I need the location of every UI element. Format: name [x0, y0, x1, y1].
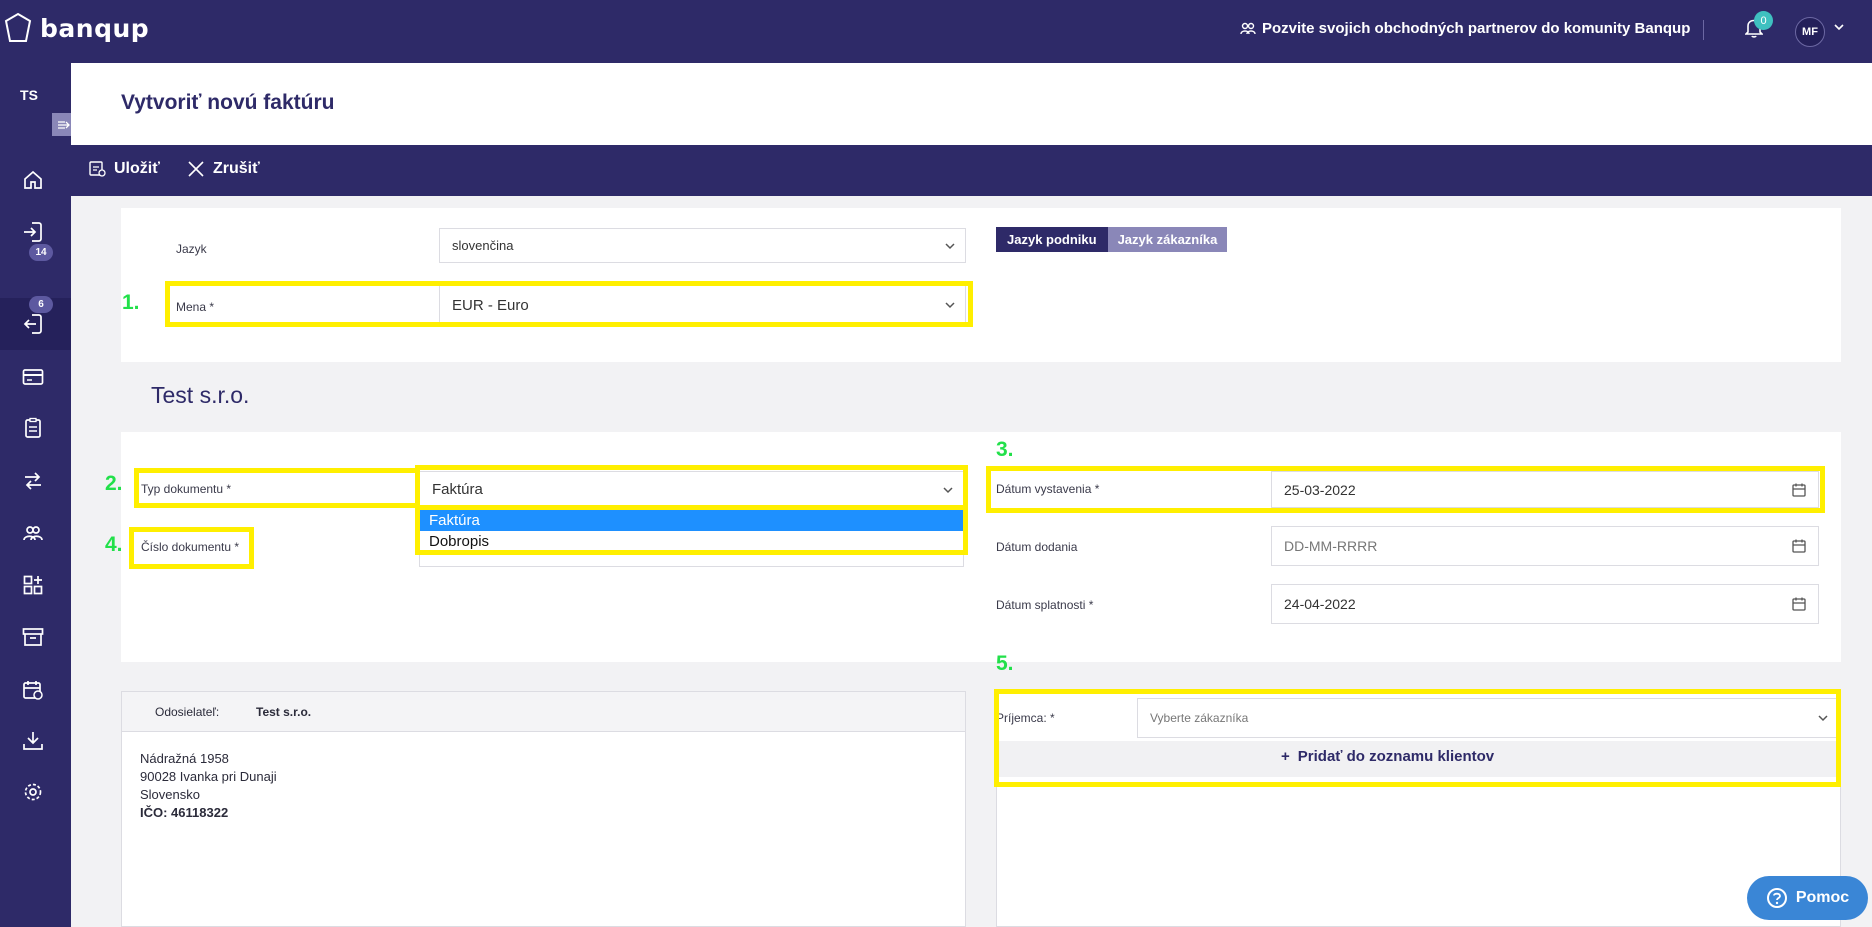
sidebar-item-transfer[interactable]: [0, 459, 71, 503]
contacts-icon: [22, 526, 43, 541]
due-date-input[interactable]: 24-04-2022: [1271, 584, 1819, 624]
annotation-4: 4.: [105, 533, 123, 556]
clipboard-icon: [24, 417, 41, 438]
people-icon: [1240, 22, 1256, 34]
sidebar-item-apps[interactable]: [0, 563, 71, 607]
home-icon: [23, 170, 42, 189]
invite-text: Pozvite svojich obchodných partnerov do …: [1262, 20, 1691, 37]
toggle-company-language[interactable]: Jazyk podniku: [996, 227, 1108, 252]
page-header: Vytvoriť novú faktúru: [71, 63, 1872, 145]
save-icon: [89, 161, 106, 177]
settings-icon: [24, 783, 41, 801]
chevron-down-icon[interactable]: [1834, 22, 1844, 32]
language-value: slovenčina: [452, 238, 514, 253]
highlight-issue-date: [986, 466, 1825, 513]
delivery-date-placeholder: DD-MM-RRRR: [1284, 538, 1378, 554]
sidebar-item-contacts[interactable]: [0, 511, 71, 555]
invite-partners-link[interactable]: Pozvite svojich obchodných partnerov do …: [1240, 20, 1690, 37]
outbox-badge: 6: [29, 296, 53, 313]
calendar-icon[interactable]: [1792, 539, 1806, 553]
sidebar: TS 14 6: [0, 63, 75, 927]
sender-ico: IČO: 46118322: [140, 805, 229, 820]
divider: [1703, 20, 1704, 40]
calendar-icon: [22, 681, 43, 700]
annotation-3: 3.: [996, 438, 1014, 461]
sidebar-item-settings[interactable]: [0, 770, 71, 814]
inbox-icon: [23, 222, 42, 242]
collapse-icon: [57, 120, 70, 129]
annotation-2: 2.: [105, 472, 123, 495]
toggle-customer-language[interactable]: Jazyk zákazníka: [1107, 227, 1228, 252]
help-label: Pomoc: [1795, 889, 1850, 906]
sender-name: Test s.r.o.: [256, 705, 312, 719]
sidebar-item-download[interactable]: [0, 719, 71, 763]
language-select[interactable]: slovenčina: [439, 228, 966, 263]
sender-street: Nádražná 1958: [140, 751, 229, 766]
language-label: Jazyk: [176, 242, 207, 256]
apps-icon: [23, 575, 42, 595]
sidebar-item-archive[interactable]: [0, 615, 71, 659]
sender-label: Odosielateľ:: [155, 705, 220, 719]
highlight-type-label: [134, 468, 420, 508]
company-initials[interactable]: TS: [0, 87, 58, 103]
card-icon: [22, 369, 43, 385]
logo-text: banqup: [40, 13, 150, 43]
highlight-recipient: [994, 689, 1841, 787]
logo-icon: [4, 12, 32, 42]
sender-card: Odosielateľ: Test s.r.o. Nádražná 1958 9…: [121, 691, 966, 927]
delivery-date-label: Dátum dodania: [996, 540, 1078, 554]
sender-address: Nádražná 1958 90028 Ivanka pri Dunaji Sl…: [140, 750, 277, 822]
notification-badge: 0: [1754, 11, 1773, 30]
help-icon: [1766, 888, 1787, 908]
delivery-date-input[interactable]: DD-MM-RRRR: [1271, 526, 1819, 566]
sidebar-item-clipboard[interactable]: [0, 406, 71, 450]
sidebar-item-home[interactable]: [0, 158, 71, 202]
company-name: Test s.r.o.: [151, 382, 250, 408]
save-label: Uložiť: [114, 160, 160, 177]
avatar[interactable]: MF: [1795, 17, 1825, 47]
highlight-currency: [165, 281, 973, 327]
top-bar: banqup Pozvite svojich obchodných partne…: [0, 0, 1872, 63]
action-bar: Uložiť Zrušiť: [71, 145, 1872, 196]
annotation-5: 5.: [996, 652, 1014, 675]
highlight-type-options: [415, 505, 968, 555]
due-date-label: Dátum splatnosti *: [996, 598, 1094, 612]
sender-city: 90028 Ivanka pri Dunaji: [140, 769, 277, 784]
chevron-down-icon: [945, 242, 955, 249]
cancel-button[interactable]: Zrušiť: [187, 160, 260, 178]
archive-icon: [22, 628, 43, 646]
outbox-icon: [23, 314, 42, 334]
close-icon: [188, 161, 204, 177]
language-toggle: Jazyk podniku Jazyk zákazníka: [996, 227, 1228, 252]
sender-header: Odosielateľ: Test s.r.o.: [122, 692, 965, 732]
due-date-value: 24-04-2022: [1284, 596, 1356, 612]
save-button[interactable]: Uložiť: [88, 160, 160, 178]
page-title: Vytvoriť novú faktúru: [121, 91, 335, 114]
logo[interactable]: banqup: [4, 12, 149, 44]
cancel-label: Zrušiť: [213, 160, 260, 177]
sidebar-item-card[interactable]: [0, 355, 71, 399]
sidebar-item-calendar[interactable]: [0, 668, 71, 712]
transfer-icon: [24, 472, 41, 490]
help-button[interactable]: Pomoc: [1747, 876, 1868, 920]
sender-country: Slovensko: [140, 787, 200, 802]
download-icon: [22, 732, 43, 750]
inbox-badge: 14: [29, 244, 53, 261]
highlight-number-label: [129, 527, 254, 569]
calendar-icon[interactable]: [1792, 597, 1806, 611]
annotation-1: 1.: [122, 291, 140, 314]
